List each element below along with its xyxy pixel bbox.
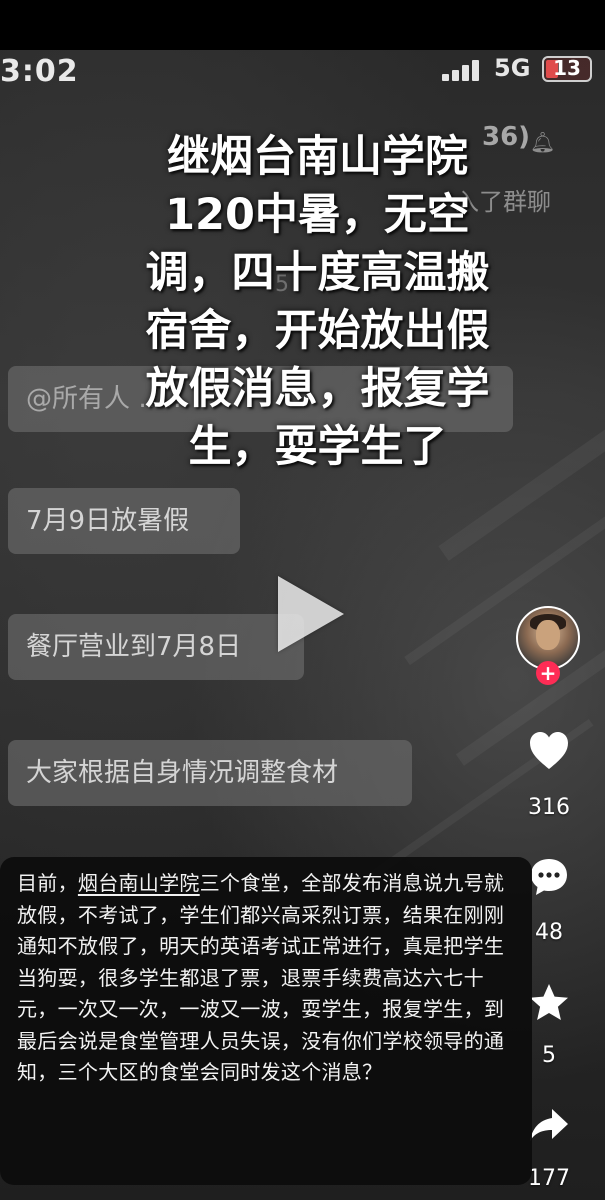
description-body: 三个食堂，全部发布消息说九号就放假，不考试了，学生们都兴高采烈订票，结果在刚刚通…: [17, 871, 505, 1084]
chat-bubble: 餐厅营业到7月8日: [8, 614, 304, 680]
plus-icon[interactable]: +: [536, 661, 560, 685]
like-count: 316: [528, 795, 570, 820]
status-bar: 3:02 5G 13: [0, 50, 605, 89]
school-name-link[interactable]: 烟台南山学院: [78, 871, 200, 895]
network-type: 5G: [494, 54, 531, 82]
video-headline: 继烟台南山学院 120中暑，无空 调，四十度高温搬 宿舍，开始放出假 放假消息，…: [120, 128, 515, 476]
description-prefix: 目前，: [17, 871, 78, 895]
headline-line: 继烟台南山学院: [167, 132, 468, 182]
star-icon[interactable]: [528, 982, 570, 1024]
battery-level: 13: [553, 56, 581, 80]
signal-icon: [442, 59, 484, 81]
status-time: 3:02: [0, 54, 79, 89]
heart-icon[interactable]: [528, 731, 570, 773]
headline-line: 生，耍学生了: [188, 422, 447, 472]
chat-bubble: 7月9日放暑假: [8, 488, 240, 554]
headline-line: 宿舍，开始放出假: [145, 306, 490, 356]
play-icon[interactable]: [278, 576, 344, 652]
chat-bubble: 大家根据自身情况调整食材: [8, 740, 412, 806]
headline-line: 放假消息，报复学: [145, 364, 490, 414]
battery-icon: 13: [542, 56, 592, 82]
share-icon[interactable]: [528, 1105, 570, 1147]
video-description: 目前，烟台南山学院三个食堂，全部发布消息说九号就放假，不考试了，学生们都兴高采烈…: [17, 868, 517, 1089]
bell-icon: 🔔︎: [530, 130, 556, 154]
headline-line: 120中暑，无空: [165, 190, 470, 240]
headline-line: 调，四十度高温搬: [145, 248, 490, 298]
comment-icon[interactable]: [528, 856, 570, 898]
top-black-bar: [0, 0, 605, 50]
